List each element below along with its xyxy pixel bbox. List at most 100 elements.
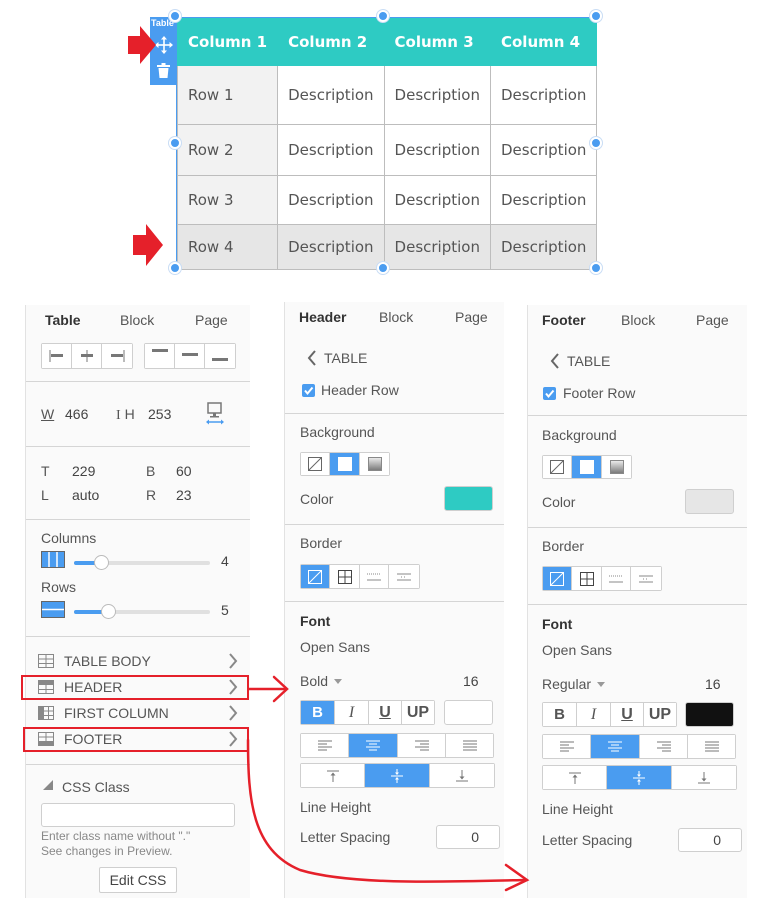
header-cell[interactable]: Column 2 — [277, 18, 385, 66]
table-preview[interactable]: Column 1 Column 2 Column 3 Column 4 Row … — [176, 17, 598, 270]
header-row-checkbox[interactable] — [302, 384, 315, 397]
table-cell[interactable]: Description — [383, 124, 491, 176]
underline-button[interactable]: U — [369, 701, 402, 724]
resize-handle-top[interactable] — [377, 10, 389, 22]
height-value[interactable]: 253 — [148, 406, 171, 422]
align-middle-button[interactable] — [175, 344, 205, 368]
text-align-right-button[interactable] — [640, 735, 688, 758]
header-row[interactable]: Column 1 Column 2 Column 3 Column 4 — [176, 18, 598, 66]
border-none-button[interactable] — [301, 565, 330, 588]
edit-css-button[interactable]: Edit CSS — [99, 867, 177, 893]
table-cell[interactable]: Description — [383, 65, 491, 125]
border-all-button[interactable] — [330, 565, 360, 588]
border-horizontal-button[interactable] — [602, 567, 631, 590]
text-align-center-button[interactable] — [591, 735, 640, 758]
letter-spacing-input[interactable]: 0 — [678, 828, 742, 852]
text-align-right-button[interactable] — [398, 734, 446, 757]
align-center-button[interactable] — [72, 344, 102, 368]
italic-button[interactable]: I — [335, 701, 369, 724]
resize-handle-left[interactable] — [169, 137, 181, 149]
table-cell[interactable]: Description — [277, 175, 385, 225]
section-first-column[interactable]: FIRST COLUMN — [38, 702, 238, 724]
border-all-button[interactable] — [572, 567, 602, 590]
table-cell[interactable]: Description — [277, 124, 385, 176]
background-color-swatch[interactable] — [444, 486, 493, 511]
top-value[interactable]: 229 — [72, 463, 95, 479]
footer-cell[interactable]: Row 4 — [176, 224, 279, 270]
right-value[interactable]: 23 — [176, 487, 192, 503]
resize-handle-right[interactable] — [590, 137, 602, 149]
resize-handle-bottom-right[interactable] — [590, 262, 602, 274]
border-outer-button[interactable] — [389, 565, 419, 588]
header-cell[interactable]: Column 1 — [176, 18, 279, 66]
italic-button[interactable]: I — [577, 703, 611, 726]
responsive-device-icon[interactable] — [205, 402, 225, 426]
tab-footer[interactable]: Footer — [542, 312, 586, 328]
valign-middle-button[interactable] — [365, 764, 430, 787]
bg-none-button[interactable] — [543, 456, 572, 478]
back-to-table-link[interactable]: TABLE — [307, 350, 367, 366]
align-bottom-button[interactable] — [205, 344, 235, 368]
footer-cell[interactable]: Description — [277, 224, 385, 270]
letter-spacing-input[interactable]: 0 — [436, 825, 500, 849]
width-value[interactable]: 466 — [65, 406, 88, 422]
align-right-button[interactable] — [102, 344, 132, 368]
valign-top-button[interactable] — [301, 764, 365, 787]
header-cell[interactable]: Column 4 — [489, 18, 598, 66]
uppercase-button[interactable]: UP — [402, 701, 434, 724]
css-class-input[interactable] — [41, 803, 235, 827]
text-align-center-button[interactable] — [349, 734, 398, 757]
tab-block[interactable]: Block — [621, 312, 655, 328]
rows-slider[interactable] — [74, 604, 210, 619]
columns-slider-knob[interactable] — [94, 555, 110, 570]
tab-block[interactable]: Block — [120, 312, 154, 328]
table-cell[interactable]: Description — [489, 65, 598, 125]
table-cell[interactable]: Description — [383, 175, 491, 225]
text-color-swatch[interactable] — [685, 702, 734, 727]
border-horizontal-button[interactable] — [360, 565, 389, 588]
background-color-swatch[interactable] — [685, 489, 734, 514]
font-weight-dropdown[interactable]: Regular — [542, 676, 606, 692]
tab-page[interactable]: Page — [195, 312, 228, 328]
bg-gradient-button[interactable] — [360, 453, 389, 475]
footer-cell[interactable]: Description — [489, 224, 598, 270]
valign-bottom-button[interactable] — [672, 766, 736, 789]
align-top-button[interactable] — [145, 344, 175, 368]
move-icon[interactable] — [155, 36, 173, 54]
bg-solid-button[interactable] — [330, 453, 360, 475]
bg-none-button[interactable] — [301, 453, 330, 475]
columns-slider[interactable] — [74, 555, 210, 570]
header-cell[interactable]: Column 3 — [383, 18, 491, 66]
bg-gradient-button[interactable] — [602, 456, 631, 478]
table-row[interactable]: Row 2 Description Description Descriptio… — [176, 124, 598, 176]
text-color-swatch[interactable] — [444, 700, 493, 725]
font-size-value[interactable]: 16 — [705, 676, 721, 692]
resize-handle-bottom[interactable] — [377, 262, 389, 274]
bottom-value[interactable]: 60 — [176, 463, 192, 479]
tab-header[interactable]: Header — [299, 309, 346, 325]
valign-top-button[interactable] — [543, 766, 607, 789]
table-row[interactable]: Row 3 Description Description Descriptio… — [176, 175, 598, 225]
tab-block[interactable]: Block — [379, 309, 413, 325]
rows-slider-knob[interactable] — [101, 604, 116, 619]
section-table-body[interactable]: TABLE BODY — [38, 650, 238, 672]
collapse-triangle-icon[interactable] — [43, 780, 53, 790]
align-left-button[interactable] — [42, 344, 72, 368]
table-cell[interactable]: Description — [489, 124, 598, 176]
text-align-left-button[interactable] — [543, 735, 591, 758]
first-column-cell[interactable]: Row 2 — [176, 124, 279, 176]
trash-icon[interactable] — [157, 63, 170, 78]
table-cell[interactable]: Description — [277, 65, 385, 125]
resize-handle-top-right[interactable] — [590, 10, 602, 22]
bg-solid-button[interactable] — [572, 456, 602, 478]
first-column-cell[interactable]: Row 1 — [176, 65, 279, 125]
back-to-table-link[interactable]: TABLE — [550, 353, 610, 369]
font-size-value[interactable]: 16 — [463, 673, 479, 689]
valign-bottom-button[interactable] — [430, 764, 494, 787]
font-family-value[interactable]: Open Sans — [300, 639, 370, 655]
first-column-cell[interactable]: Row 3 — [176, 175, 279, 225]
border-none-button[interactable] — [543, 567, 572, 590]
tab-table[interactable]: Table — [45, 312, 81, 328]
table-cell[interactable]: Description — [489, 175, 598, 225]
uppercase-button[interactable]: UP — [644, 703, 676, 726]
